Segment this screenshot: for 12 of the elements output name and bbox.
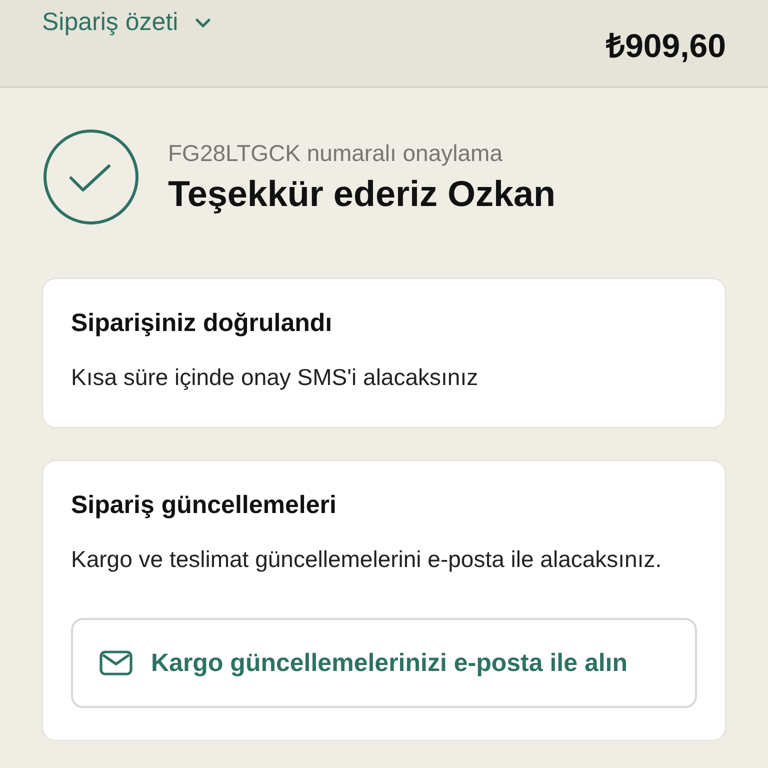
card-text: Kısa süre içinde onay SMS'i alacaksınız: [71, 363, 480, 392]
thank-you-title: Teşekkür ederiz Ozkan: [168, 172, 556, 214]
chevron-down-icon: [194, 16, 212, 28]
mail-icon: [99, 650, 133, 676]
card-title: Siparişiniz doğrulandı: [71, 309, 334, 338]
order-total: ₺909,60: [606, 26, 726, 66]
email-updates-button[interactable]: Kargo güncellemelerinizi e-posta ile alın: [71, 618, 697, 708]
check-circle-icon: [42, 128, 140, 226]
confirmation-number: FG28LTGCK numaralı onaylama: [168, 140, 504, 166]
card-text: Kargo ve teslimat güncellemelerini e-posta ile alacaksınız.: [71, 544, 663, 574]
order-summary-toggle[interactable]: Sipariş özeti: [42, 8, 212, 37]
card-title: Sipariş güncellemeleri: [71, 490, 338, 520]
